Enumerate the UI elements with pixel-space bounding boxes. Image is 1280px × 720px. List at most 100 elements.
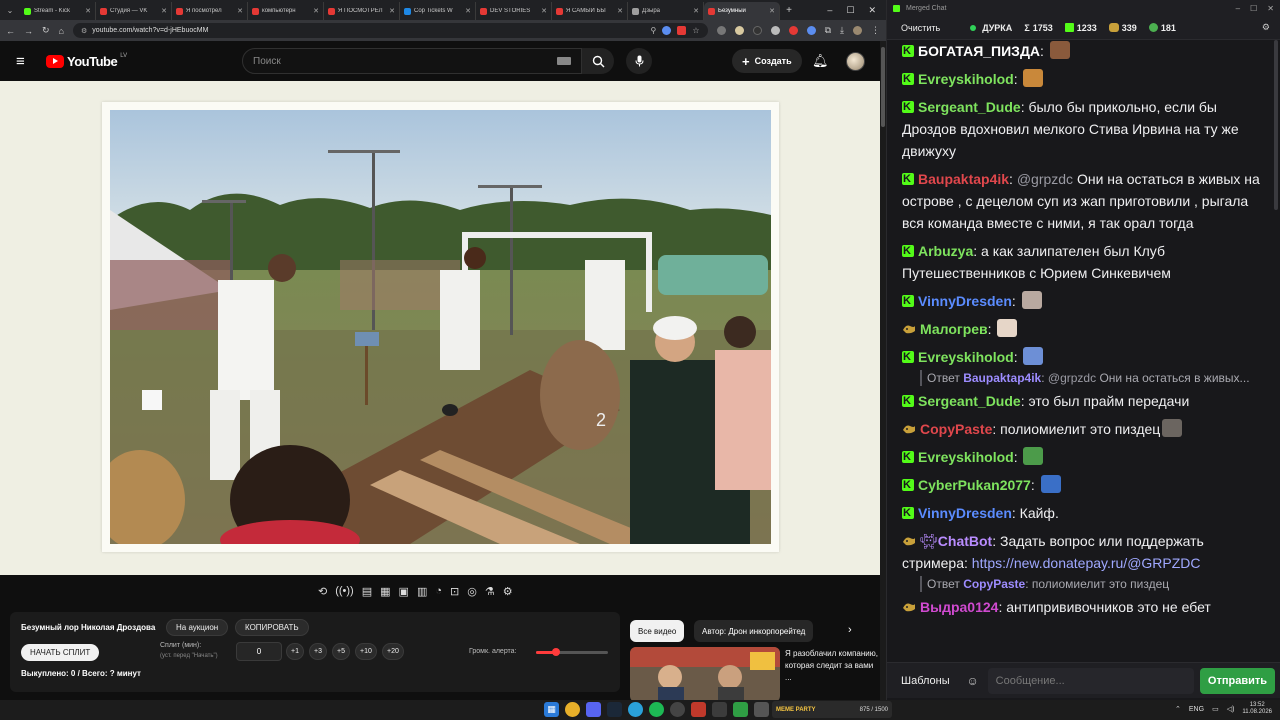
- extension-icon[interactable]: [806, 26, 816, 35]
- increment-button[interactable]: +5: [332, 643, 350, 660]
- tab-close-icon[interactable]: ✕: [617, 7, 623, 15]
- video-player[interactable]: 2: [0, 81, 880, 575]
- download-icon[interactable]: ⤓: [840, 25, 844, 36]
- extension-icon[interactable]: [770, 26, 780, 35]
- minimize-icon[interactable]: –: [827, 5, 832, 16]
- notifications-bell-icon[interactable]: 🔔︎: [812, 53, 829, 69]
- browser-tab[interactable]: Cop Tickets W ✕: [400, 2, 476, 20]
- chat-username[interactable]: CopyPaste: [920, 421, 992, 437]
- chat-username[interactable]: VinnyDresden: [918, 293, 1012, 309]
- chat-username[interactable]: Baupaktap4ik: [918, 171, 1009, 187]
- increment-button[interactable]: +10: [355, 643, 377, 660]
- puzzle-icon[interactable]: ⧉: [825, 25, 831, 36]
- youtube-logo[interactable]: YouTube LV: [46, 53, 127, 69]
- home-icon[interactable]: ⌂: [59, 26, 64, 36]
- search-input[interactable]: [253, 55, 557, 67]
- chat-username[interactable]: Evreyskiholod: [918, 71, 1014, 87]
- extension-icon[interactable]: [716, 26, 726, 35]
- chat-scrollbar[interactable]: [1274, 40, 1278, 660]
- volume-knob[interactable]: [552, 648, 561, 656]
- filmstrip-icon[interactable]: ▥: [417, 585, 427, 601]
- network-icon[interactable]: ▭: [1212, 705, 1219, 713]
- reload-icon[interactable]: ↻: [42, 25, 50, 36]
- related-video-thumbnail[interactable]: [630, 647, 780, 702]
- split-minutes-input[interactable]: 0: [236, 642, 282, 661]
- chevron-right-icon[interactable]: ›: [848, 624, 852, 636]
- recorder-icon[interactable]: [691, 702, 706, 717]
- browser-tab[interactable]: компьютерн ✕: [248, 2, 324, 20]
- tab-close-icon[interactable]: ✕: [313, 7, 319, 15]
- volume-icon[interactable]: ◁): [1227, 705, 1235, 713]
- chat-username[interactable]: Малогрев: [920, 321, 988, 337]
- chrome-icon[interactable]: [565, 702, 580, 717]
- hamburger-icon[interactable]: ≡: [16, 53, 46, 70]
- app-icon[interactable]: [754, 702, 769, 717]
- browser-tab[interactable]: Студия — VK ✕: [96, 2, 172, 20]
- chat-username[interactable]: CyberPukan2077: [918, 477, 1031, 493]
- maximize-icon[interactable]: ☐: [846, 5, 854, 16]
- tab-close-icon[interactable]: ✕: [769, 7, 775, 15]
- templates-button[interactable]: Шаблоны: [893, 675, 958, 687]
- tab-close-icon[interactable]: ✕: [541, 7, 547, 15]
- keyboard-icon[interactable]: [557, 57, 571, 65]
- chat-username[interactable]: Sergeant_Dude: [918, 99, 1021, 115]
- close-icon[interactable]: ✕: [868, 5, 876, 16]
- forward-icon[interactable]: →: [24, 26, 33, 36]
- chat-username[interactable]: БОГАТАЯ_ПИЗДА: [918, 43, 1040, 59]
- close-icon[interactable]: ✕: [1267, 4, 1274, 13]
- emoji-icon[interactable]: ☺: [964, 674, 982, 688]
- chat-mention[interactable]: @grpzdc: [1017, 171, 1073, 187]
- chat-username[interactable]: Выдра0124: [920, 599, 998, 615]
- chat-username[interactable]: Evreyskiholod: [918, 449, 1014, 465]
- chat-username[interactable]: Arbuzya: [918, 243, 973, 259]
- increment-button[interactable]: +3: [309, 643, 327, 660]
- site-info-icon[interactable]: ⚙: [81, 27, 87, 35]
- chat-username[interactable]: ChatBot: [938, 533, 992, 549]
- extension-icon[interactable]: [734, 26, 744, 35]
- browser-tab[interactable]: Безумный ✕: [704, 2, 780, 20]
- loop-icon[interactable]: ⟲: [318, 585, 327, 601]
- frame-icon[interactable]: ▣: [399, 585, 409, 601]
- translate-icon[interactable]: [662, 26, 672, 35]
- playlist-icon[interactable]: ▤: [362, 585, 372, 601]
- settings-gear-icon[interactable]: ⚙: [1262, 22, 1270, 33]
- caption-icon[interactable]: ⊡: [450, 585, 459, 601]
- message-input[interactable]: [987, 667, 1194, 694]
- obs-icon[interactable]: [670, 702, 685, 717]
- minimize-icon[interactable]: –: [1236, 4, 1240, 13]
- app-icon[interactable]: [712, 702, 727, 717]
- voice-search-button[interactable]: [626, 48, 652, 74]
- tab-close-icon[interactable]: ✕: [389, 7, 395, 15]
- increment-button[interactable]: +1: [286, 643, 304, 660]
- page-scrollbar-thumb[interactable]: [881, 47, 885, 127]
- new-tab-button[interactable]: +: [780, 5, 798, 16]
- extension-icon[interactable]: [677, 26, 687, 35]
- related-video-title[interactable]: Я разоблачил компанию, которая следит за…: [785, 648, 880, 684]
- language-indicator[interactable]: ENG: [1189, 706, 1204, 713]
- flask-icon[interactable]: ⚗: [485, 585, 495, 601]
- chip-author[interactable]: Автор: Дрон инкорпорейтед: [694, 620, 814, 642]
- maximize-icon[interactable]: ☐: [1250, 4, 1257, 13]
- chevron-up-icon[interactable]: ⌃: [1175, 705, 1181, 713]
- telegram-icon[interactable]: [628, 702, 643, 717]
- radio-icon[interactable]: ((•)): [335, 585, 354, 601]
- clapper-icon[interactable]: ▦: [380, 585, 390, 601]
- tab-close-icon[interactable]: ✕: [237, 7, 243, 15]
- reply-mention[interactable]: @grpzdc: [1048, 371, 1096, 385]
- copy-button[interactable]: КОПИРОВАТЬ: [235, 619, 309, 636]
- steam-icon[interactable]: [607, 702, 622, 717]
- extension-icon[interactable]: [788, 26, 798, 35]
- create-button[interactable]: + Создать: [732, 49, 802, 73]
- auction-button[interactable]: На аукцион: [166, 619, 229, 636]
- zoom-icon[interactable]: ⚲: [651, 26, 657, 35]
- meme-party-widget[interactable]: MEME PARTY 875 / 1500: [772, 701, 892, 718]
- back-icon[interactable]: ←: [6, 26, 15, 36]
- account-avatar[interactable]: [846, 52, 865, 71]
- speed-icon[interactable]: ◔: [435, 585, 442, 601]
- bookmark-star-icon[interactable]: ☆: [692, 26, 699, 35]
- chat-username[interactable]: VinnyDresden: [918, 505, 1012, 521]
- browser-tab[interactable]: Stream - Kick ✕: [20, 2, 96, 20]
- url-field[interactable]: ⚙ youtube.com/watch?v=d-jHEbuocMM ⚲ ☆: [72, 23, 708, 38]
- clear-chat-button[interactable]: Очистить: [897, 23, 944, 33]
- tab-close-icon[interactable]: ✕: [693, 7, 699, 15]
